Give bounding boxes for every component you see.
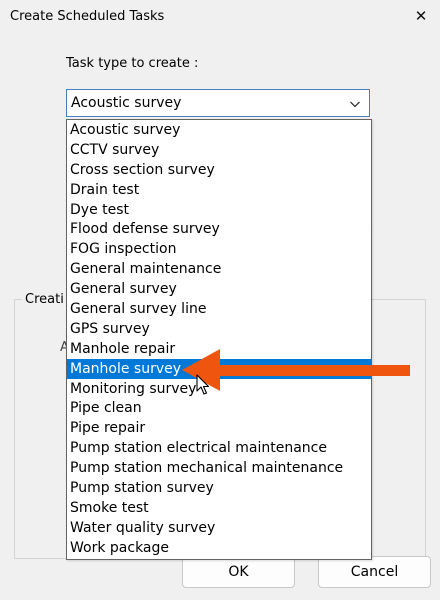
task-type-combobox[interactable]: Acoustic survey [66, 89, 370, 117]
task-type-label: Task type to create : [66, 56, 199, 71]
dropdown-option[interactable]: Work package [67, 538, 371, 558]
dropdown-option[interactable]: Drain test [67, 180, 371, 200]
close-icon[interactable]: ✕ [408, 4, 434, 28]
dropdown-option[interactable]: General survey line [67, 299, 371, 319]
window-title: Create Scheduled Tasks [10, 9, 165, 24]
chevron-down-icon[interactable] [349, 98, 361, 110]
create-scheduled-tasks-dialog: Create Scheduled Tasks ✕ Task type to cr… [0, 0, 440, 600]
title-bar: Create Scheduled Tasks ✕ [0, 0, 440, 34]
dropdown-option[interactable]: Flood defense survey [67, 219, 371, 239]
dropdown-option[interactable]: Pump station electrical maintenance [67, 438, 371, 458]
ok-button[interactable]: OK [182, 556, 295, 588]
task-type-selected-value: Acoustic survey [71, 95, 182, 111]
dropdown-option[interactable]: Pump station survey [67, 478, 371, 498]
dropdown-option[interactable]: GPS survey [67, 319, 371, 339]
dropdown-option[interactable]: Pipe clean [67, 398, 371, 418]
dropdown-option[interactable]: General maintenance [67, 259, 371, 279]
dropdown-option[interactable]: General survey [67, 279, 371, 299]
dropdown-option[interactable]: Cross section survey [67, 160, 371, 180]
dropdown-option[interactable]: Acoustic survey [67, 120, 371, 140]
dropdown-option[interactable]: Dye test [67, 200, 371, 220]
dropdown-option[interactable]: Pipe repair [67, 418, 371, 438]
dropdown-option[interactable]: Smoke test [67, 498, 371, 518]
dropdown-option[interactable]: Water quality survey [67, 518, 371, 538]
dropdown-option-highlighted[interactable]: Manhole survey [67, 358, 371, 379]
creation-group-caption: Creati [22, 292, 67, 307]
cancel-button[interactable]: Cancel [318, 556, 431, 588]
dropdown-option[interactable]: Manhole repair [67, 339, 371, 359]
dropdown-option[interactable]: Pump station mechanical maintenance [67, 458, 371, 478]
dropdown-option[interactable]: FOG inspection [67, 239, 371, 259]
dropdown-option[interactable]: CCTV survey [67, 140, 371, 160]
dropdown-option[interactable]: Monitoring survey [67, 379, 371, 399]
task-type-dropdown-list[interactable]: Acoustic survey CCTV survey Cross section … [66, 119, 372, 560]
